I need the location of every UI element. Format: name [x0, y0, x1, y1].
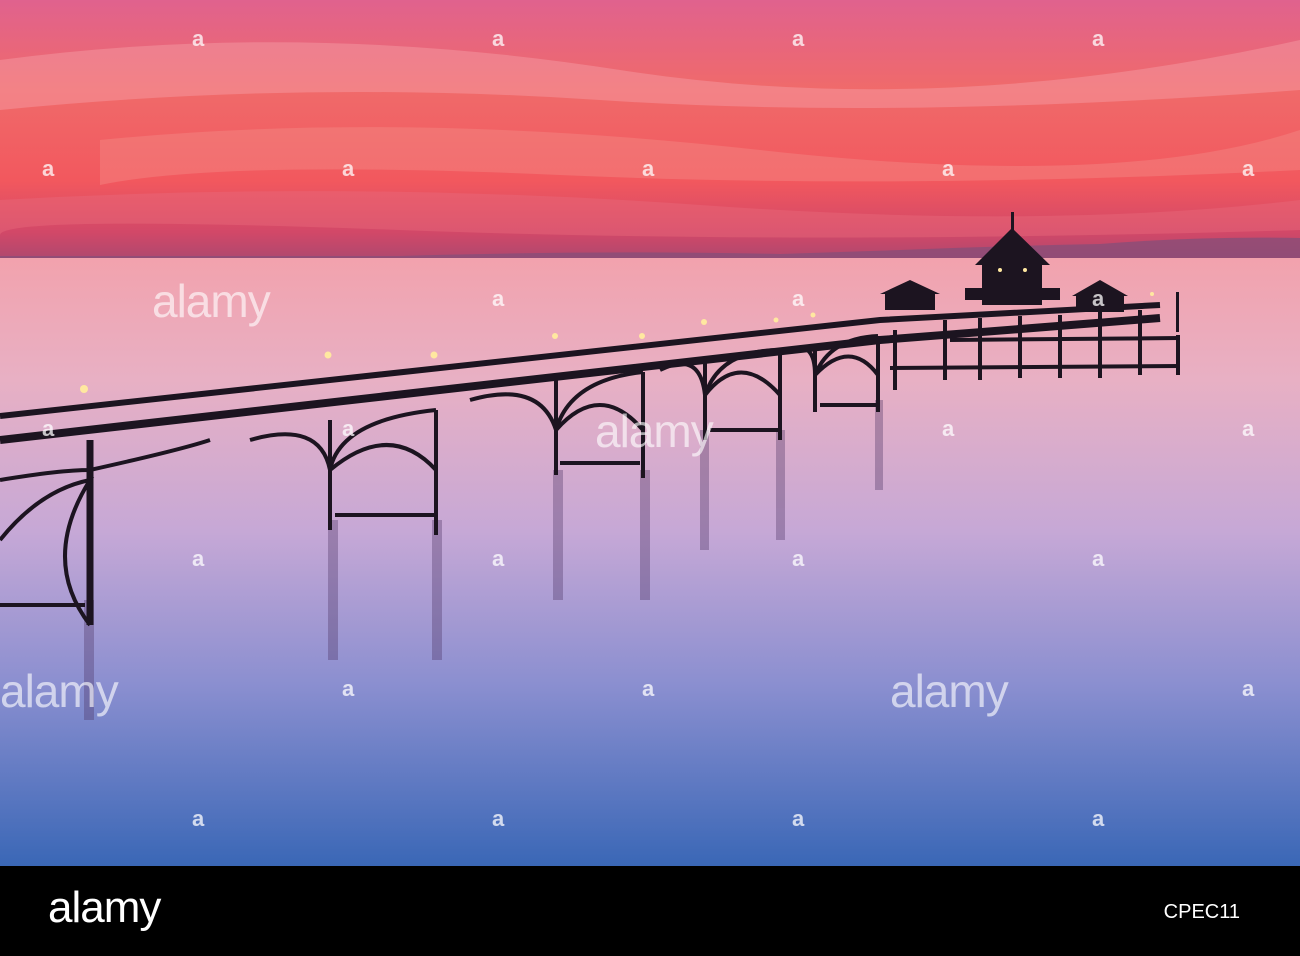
watermark-center: alamy	[595, 405, 714, 457]
watermark-mark: a	[792, 286, 805, 311]
watermark-mark: a	[192, 26, 205, 51]
watermark-mark: a	[1242, 156, 1255, 181]
watermark-mark: a	[492, 806, 505, 831]
image-ref: CPEC11	[1163, 901, 1240, 923]
brand-logo: alamy	[48, 883, 161, 932]
footer-bar: alamy CPEC11	[0, 866, 1300, 956]
watermark-bottom-right: alamy	[890, 665, 1009, 717]
watermark-mark: a	[42, 416, 55, 441]
watermark-mark: a	[642, 676, 655, 701]
watermark-mark: a	[1092, 546, 1105, 571]
watermark-mark: a	[42, 156, 55, 181]
watermark-mark: a	[192, 546, 205, 571]
watermark-mark: a	[1242, 676, 1255, 701]
watermark-mark: a	[942, 156, 955, 181]
watermark-mark: a	[492, 546, 505, 571]
watermark-mark: a	[492, 26, 505, 51]
watermark-center-left: alamy	[152, 275, 271, 327]
watermark-mark: a	[192, 806, 205, 831]
watermark-mark: a	[1092, 26, 1105, 51]
watermark-mark: a	[1092, 806, 1105, 831]
watermark-mark: a	[1242, 416, 1255, 441]
watermark-mark: a	[1092, 286, 1105, 311]
watermark-mark: a	[342, 416, 355, 441]
watermark-mark: a	[942, 416, 955, 441]
watermark-mark: a	[342, 156, 355, 181]
watermark-mark: a	[342, 676, 355, 701]
watermark-mark: a	[642, 156, 655, 181]
watermark-bottom-left: alamy	[0, 665, 119, 717]
watermark-mark: a	[792, 806, 805, 831]
watermark-mark: a	[492, 286, 505, 311]
watermark-mark: a	[792, 546, 805, 571]
watermark-mark: a	[792, 26, 805, 51]
pier-sunset-photo: alamy alamy alamy alamy a a a a a a a a …	[0, 0, 1300, 866]
